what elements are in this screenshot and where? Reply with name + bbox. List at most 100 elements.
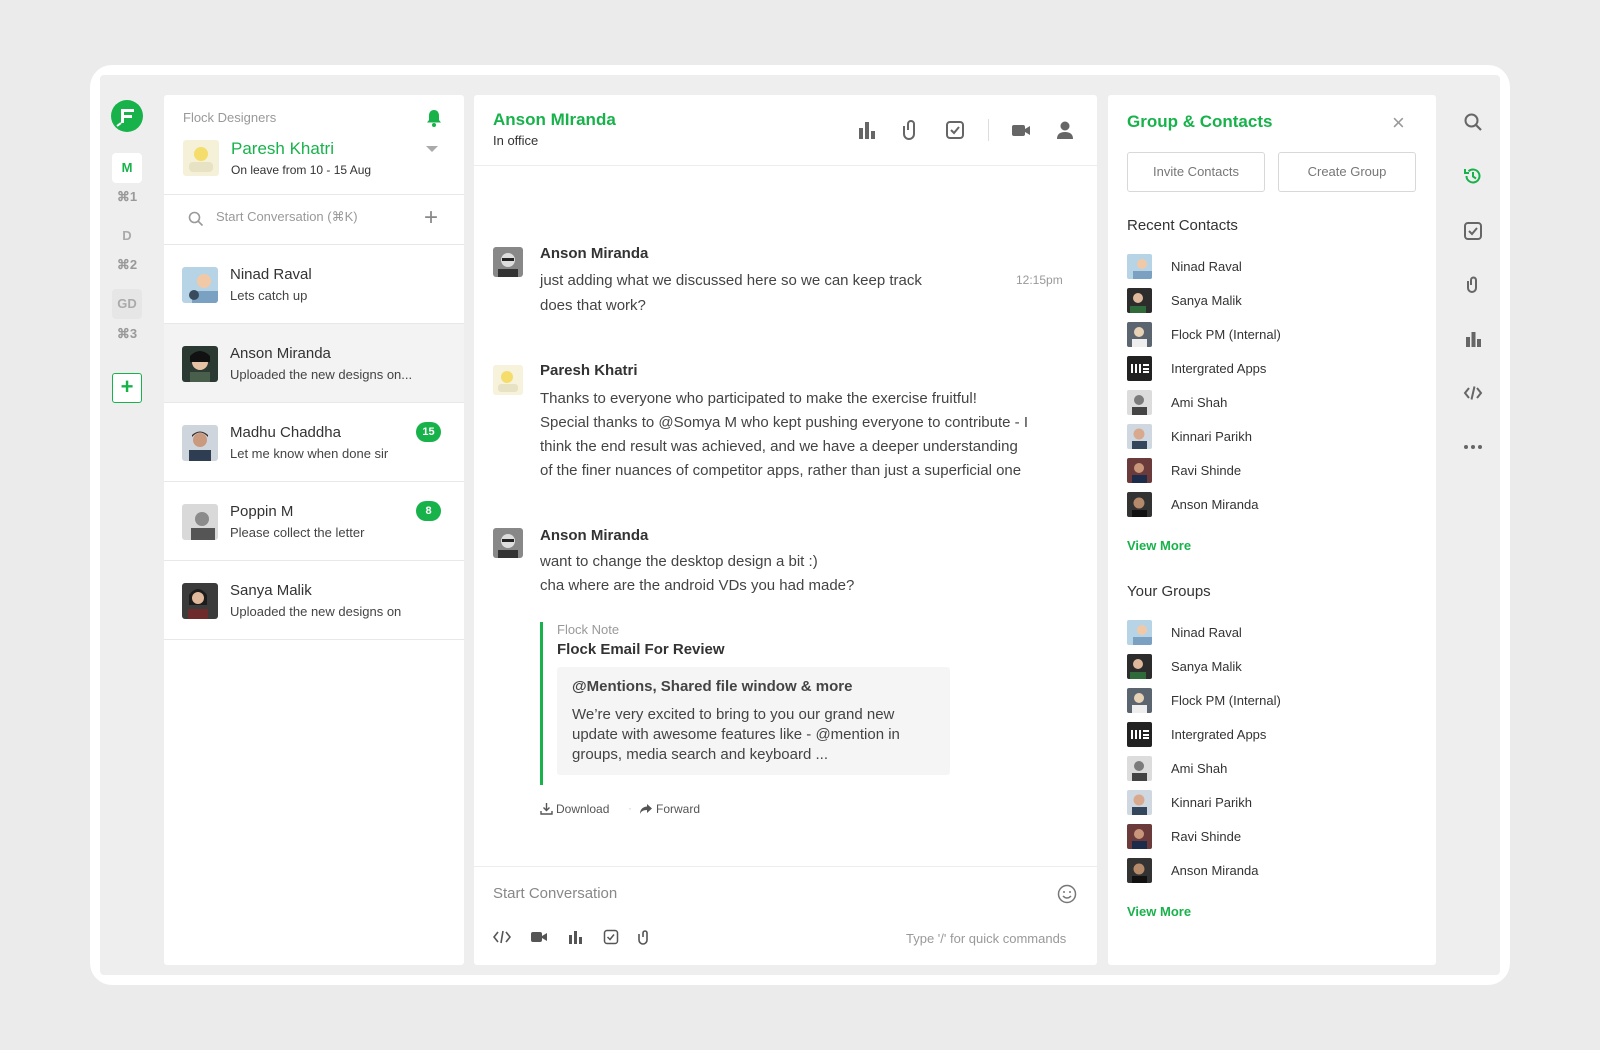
group-row[interactable]: Anson Miranda [1127, 858, 1417, 884]
emoji-icon[interactable] [1057, 884, 1077, 904]
task-icon[interactable] [603, 929, 619, 945]
conversation-item[interactable]: Anson Miranda Uploaded the new designs o… [164, 324, 464, 403]
group-row[interactable]: Ravi Shinde [1127, 824, 1417, 850]
view-more-contacts-link[interactable]: View More [1127, 538, 1191, 553]
view-more-groups-link[interactable]: View More [1127, 904, 1191, 919]
message-author[interactable]: Anson Miranda [540, 245, 648, 262]
message-text: does that work? [540, 297, 646, 314]
group-row[interactable]: Ninad Raval [1127, 620, 1417, 646]
message-input[interactable] [493, 885, 993, 902]
conversation-item[interactable]: Poppin M Please collect the letter 8 [164, 482, 464, 561]
contact-name: Ami Shah [1171, 395, 1228, 410]
note-title[interactable]: Flock Email For Review [557, 641, 725, 658]
bell-icon[interactable] [426, 109, 442, 127]
download-icon [540, 803, 553, 815]
my-name[interactable]: Paresh Khatri [231, 139, 334, 159]
close-icon[interactable]: × [1392, 112, 1405, 134]
video-icon[interactable] [530, 929, 548, 945]
group-row[interactable]: Flock PM (Internal) [1127, 688, 1417, 714]
invite-contacts-button[interactable]: Invite Contacts [1127, 152, 1265, 192]
avatar [1127, 288, 1152, 313]
contact-row[interactable]: Sanya Malik [1127, 288, 1417, 314]
chevron-down-icon[interactable] [426, 146, 438, 152]
download-button[interactable]: Download [540, 802, 609, 816]
flock-logo-icon[interactable] [111, 100, 143, 132]
workspace-rail: M ⌘1 D ⌘2 GD ⌘3 + [100, 75, 154, 975]
avatar[interactable] [493, 528, 523, 558]
avatar [1127, 620, 1152, 645]
contact-name: Ravi Shinde [1171, 463, 1242, 478]
conversation-item[interactable]: Madhu Chaddha Let me know when done sir … [164, 403, 464, 482]
note-card[interactable]: @Mentions, Shared file window & more We’… [557, 667, 950, 775]
conversation-name: Anson Miranda [230, 345, 331, 362]
poll-icon[interactable] [856, 119, 878, 141]
unread-badge: 8 [416, 501, 441, 521]
video-icon[interactable] [1010, 119, 1032, 141]
conversation-preview: Let me know when done sir [230, 446, 389, 461]
message-author[interactable]: Anson Miranda [540, 527, 648, 544]
contact-row[interactable]: Flock PM (Internal) [1127, 322, 1417, 348]
message-time: 12:15pm [1016, 273, 1063, 287]
group-row[interactable]: Sanya Malik [1127, 654, 1417, 680]
avatar [1127, 722, 1152, 747]
search-icon [188, 211, 204, 227]
divider [474, 866, 1097, 867]
attachment-icon[interactable] [1463, 275, 1483, 295]
task-icon[interactable] [1463, 221, 1483, 241]
code-icon[interactable] [1463, 383, 1483, 403]
flock-note[interactable]: Flock Note Flock Email For Review @Menti… [540, 622, 950, 785]
attachment-icon[interactable] [900, 119, 922, 141]
contact-row[interactable]: Kinnari Parikh [1127, 424, 1417, 450]
conversation-item[interactable]: Sanya Malik Uploaded the new designs on [164, 561, 464, 640]
workspace-name: Flock Designers [183, 110, 277, 125]
avatar [182, 346, 218, 382]
conversation-item[interactable]: Ninad Raval Lets catch up [164, 245, 464, 324]
poll-icon[interactable] [567, 929, 583, 945]
task-icon[interactable] [944, 119, 966, 141]
avatar [1127, 424, 1152, 449]
group-row[interactable]: Ami Shah [1127, 756, 1417, 782]
unread-badge: 15 [416, 422, 441, 442]
new-conversation-button[interactable]: + [420, 206, 442, 230]
my-avatar[interactable] [183, 140, 219, 176]
avatar [1127, 688, 1152, 713]
attachment-icon[interactable] [638, 929, 652, 945]
avatar [182, 583, 218, 619]
history-icon[interactable] [1463, 166, 1483, 186]
group-row[interactable]: Intergrated Apps [1127, 722, 1417, 748]
create-group-button[interactable]: Create Group [1278, 152, 1416, 192]
profile-icon[interactable] [1054, 119, 1076, 141]
avatar [1127, 824, 1152, 849]
contact-row[interactable]: Ninad Raval [1127, 254, 1417, 280]
avatar [182, 267, 218, 303]
note-card-title: @Mentions, Shared file window & more [572, 678, 853, 695]
avatar[interactable] [493, 247, 523, 277]
workspace-gd[interactable]: GD [112, 289, 142, 319]
quick-commands-hint: Type '/' for quick commands [906, 931, 1067, 946]
workspace-d[interactable]: D [112, 221, 142, 251]
app-window: M ⌘1 D ⌘2 GD ⌘3 + Flock Designers Paresh… [90, 65, 1510, 985]
chat-title[interactable]: Anson MIranda [493, 110, 616, 130]
conversation-sidebar: Flock Designers Paresh Khatri On leave f… [164, 95, 464, 965]
contact-name: Anson Miranda [1171, 497, 1259, 512]
avatar[interactable] [493, 365, 523, 395]
chat-panel: Anson MIranda In office Anson Miranda 12… [474, 95, 1097, 965]
group-row[interactable]: Kinnari Parikh [1127, 790, 1417, 816]
divider [988, 119, 989, 141]
search-icon[interactable] [1463, 112, 1483, 132]
contact-row[interactable]: Ravi Shinde [1127, 458, 1417, 484]
contact-row[interactable]: Anson Miranda [1127, 492, 1417, 518]
more-icon[interactable] [1463, 437, 1483, 457]
contact-row[interactable]: Intergrated Apps [1127, 356, 1417, 382]
chat-header: Anson MIranda In office [474, 95, 1097, 166]
add-workspace-button[interactable]: + [112, 373, 142, 403]
group-name: Ninad Raval [1171, 625, 1242, 640]
code-icon[interactable] [493, 929, 511, 945]
contact-row[interactable]: Ami Shah [1127, 390, 1417, 416]
workspace-m[interactable]: M [112, 153, 142, 183]
forward-button[interactable]: Forward [639, 802, 700, 816]
search-input[interactable] [216, 209, 396, 224]
message-author[interactable]: Paresh Khatri [540, 362, 638, 379]
poll-icon[interactable] [1463, 329, 1483, 349]
contact-name: Kinnari Parikh [1171, 429, 1252, 444]
